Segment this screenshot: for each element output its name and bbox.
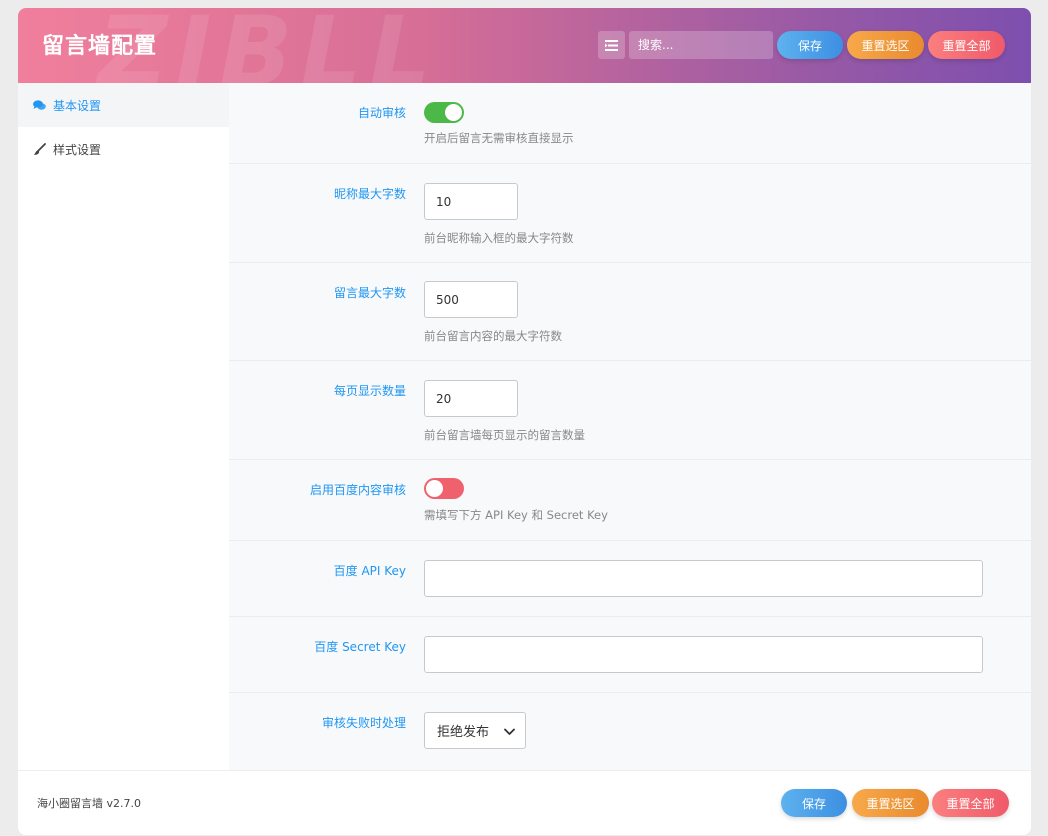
select-value: 拒绝发布	[437, 725, 490, 740]
setting-row-baidu-review: 启用百度内容审核 需填写下方 API Key 和 Secret Key	[229, 460, 1031, 541]
setting-label: 留言最大字数	[333, 286, 406, 300]
baidu-api-key-input[interactable]	[424, 560, 983, 597]
save-button[interactable]: 保存	[777, 31, 843, 59]
version-label: 海小圈留言墙 v2.7.0	[37, 797, 141, 810]
baidu-review-toggle[interactable]	[424, 478, 464, 499]
setting-description: 需填写下方 API Key 和 Secret Key	[424, 508, 608, 522]
setting-row-baidu-api-key: 百度 API Key	[229, 541, 1031, 617]
search-input[interactable]	[629, 31, 773, 59]
footer-reset-all-button[interactable]: 重置全部	[932, 789, 1009, 817]
sidebar-item-basic[interactable]: 基本设置	[18, 83, 229, 127]
sidebar-item-label: 样式设置	[53, 142, 102, 157]
setting-row-message-max: 留言最大字数 前台留言内容的最大字符数	[229, 263, 1031, 361]
setting-label: 每页显示数量	[333, 384, 406, 398]
setting-description: 前台留言墙每页显示的留言数量	[424, 428, 585, 442]
header-bar: ZIBLL 留言墙配置 保存 重置选区 重置全部	[18, 8, 1031, 108]
review-fail-action-select[interactable]: 拒绝发布	[424, 712, 526, 749]
setting-row-baidu-secret-key: 百度 Secret Key	[229, 617, 1031, 693]
setting-label: 启用百度内容审核	[309, 483, 406, 497]
setting-label: 百度 Secret Key	[314, 640, 406, 654]
setting-description: 前台留言内容的最大字符数	[424, 329, 562, 343]
footer-save-button[interactable]: 保存	[781, 789, 847, 817]
setting-label: 自动审核	[357, 106, 406, 120]
setting-row-auto-review: 自动审核 开启后留言无需审核直接显示	[229, 83, 1031, 164]
setting-label: 昵称最大字数	[333, 187, 406, 201]
sidebar: 基本设置 样式设置	[18, 83, 229, 770]
per-page-input[interactable]	[424, 380, 518, 417]
setting-row-review-fail-action: 审核失败时处理 拒绝发布	[229, 693, 1031, 770]
nickname-max-input[interactable]	[424, 183, 518, 220]
setting-description: 开启后留言无需审核直接显示	[424, 131, 574, 145]
message-max-input[interactable]	[424, 281, 518, 318]
expand-all-icon[interactable]	[598, 31, 625, 59]
reset-section-button[interactable]: 重置选区	[847, 31, 924, 59]
settings-panel: ZIBLL 留言墙配置 保存 重置选区 重置全部 基本设置 样式设置 自动审核	[18, 8, 1031, 835]
settings-content: 自动审核 开启后留言无需审核直接显示 昵称最大字数 前台昵称输入框的最大字符数 …	[229, 83, 1031, 770]
chevron-down-icon	[504, 725, 515, 740]
auto-review-toggle[interactable]	[424, 102, 464, 123]
page-title: 留言墙配置	[42, 34, 158, 59]
comments-icon	[32, 98, 46, 112]
setting-description: 前台昵称输入框的最大字符数	[424, 231, 574, 245]
setting-label: 审核失败时处理	[321, 716, 406, 730]
reset-all-button[interactable]: 重置全部	[928, 31, 1005, 59]
footer-reset-section-button[interactable]: 重置选区	[852, 789, 929, 817]
sidebar-item-style[interactable]: 样式设置	[18, 127, 229, 171]
paintbrush-icon	[32, 142, 46, 156]
sidebar-item-label: 基本设置	[53, 98, 102, 113]
setting-row-nickname-max: 昵称最大字数 前台昵称输入框的最大字符数	[229, 164, 1031, 263]
setting-label: 百度 API Key	[333, 564, 406, 578]
baidu-secret-key-input[interactable]	[424, 636, 983, 673]
setting-row-per-page: 每页显示数量 前台留言墙每页显示的留言数量	[229, 361, 1031, 460]
footer-bar: 海小圈留言墙 v2.7.0 保存 重置选区 重置全部	[18, 770, 1031, 835]
